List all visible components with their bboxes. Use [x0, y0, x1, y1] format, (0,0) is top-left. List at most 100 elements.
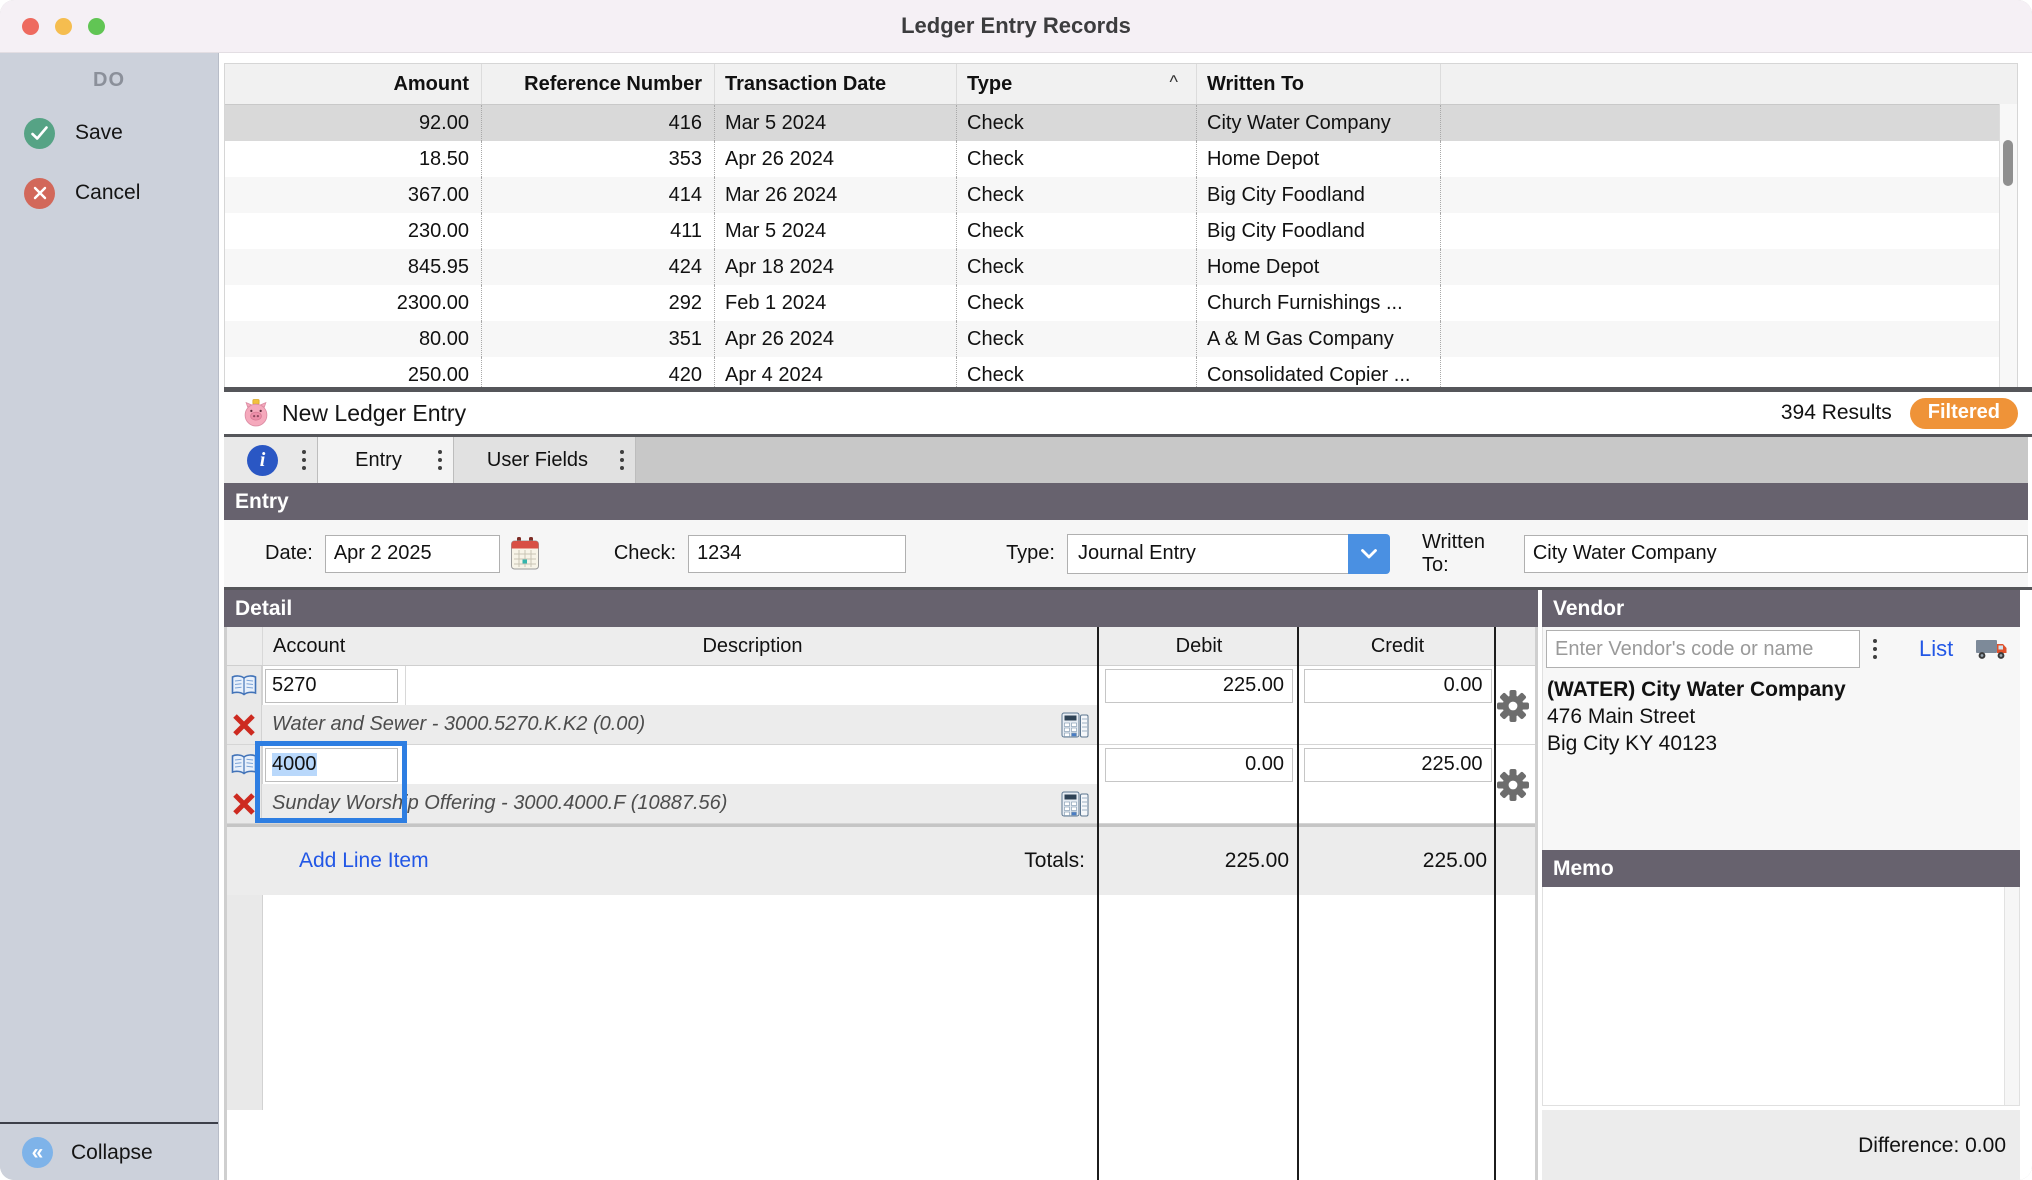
date-field[interactable] [324, 534, 500, 573]
tab-entry[interactable]: Entry [318, 437, 454, 483]
type-label: Type: [1006, 542, 1055, 564]
records-scrollbar-thumb[interactable] [2003, 140, 2013, 186]
ledger-records-table: Amount Reference Number Transaction Date… [224, 63, 2018, 387]
action-sidebar: DO Save Cancel « Collapse [0, 53, 219, 1180]
detail-column-account: Account [262, 627, 406, 665]
save-label: Save [75, 121, 123, 144]
tab-info[interactable]: i [224, 437, 318, 483]
collapse-button[interactable]: « Collapse [0, 1122, 218, 1180]
vendor-info: (WATER) City Water Company 476 Main Stre… [1543, 668, 2020, 757]
memo-scrollbar[interactable] [2004, 887, 2019, 1105]
gear-icon [1497, 690, 1529, 722]
save-check-icon [24, 117, 55, 149]
credit-input[interactable]: 225.00 [1303, 747, 1492, 782]
calculator-button[interactable] [1060, 789, 1090, 819]
calculator-icon [1061, 712, 1089, 737]
cancel-button[interactable]: Cancel [24, 174, 218, 212]
vendor-body: List [1542, 627, 2020, 850]
column-header-filler [1441, 64, 2017, 104]
collapse-chevrons-icon: « [22, 1137, 53, 1168]
check-number-field[interactable] [688, 534, 907, 573]
detail-column-description: Description [702, 634, 803, 657]
table-row[interactable]: 80.00 351 Apr 26 2024 Check A & M Gas Co… [225, 321, 2017, 357]
entry-section-header: Entry [224, 483, 2028, 520]
type-dropdown[interactable]: Journal Entry [1066, 533, 1390, 574]
detail-section-header: Detail [224, 590, 1538, 627]
account-info-text: Sunday Worship Offering - 3000.4000.F (1… [272, 792, 728, 814]
vendor-list-link[interactable]: List [1919, 636, 1953, 662]
memo-body [1542, 887, 2020, 1106]
account-input[interactable]: 5270 [265, 668, 398, 703]
add-line-item-link[interactable]: Add Line Item [299, 849, 429, 873]
table-row[interactable]: 367.00 414 Mar 26 2024 Check Big City Fo… [225, 177, 2017, 213]
tab-user-fields[interactable]: User Fields [454, 437, 636, 483]
column-header-type[interactable]: Type ^ [957, 64, 1197, 104]
delete-line-button[interactable] [227, 705, 262, 744]
detail-column-debit: Debit [1175, 634, 1223, 657]
save-button[interactable]: Save [24, 114, 218, 152]
column-header-amount[interactable]: Amount [225, 64, 482, 104]
new-entry-header: New Ledger Entry 394 Results Filtered [224, 392, 2032, 434]
account-lookup-button[interactable] [227, 666, 262, 705]
debit-input[interactable]: 0.00 [1105, 747, 1293, 782]
line-item-settings-button[interactable] [1493, 687, 1533, 725]
written-to-field[interactable] [1523, 534, 2028, 573]
line-item-settings-button[interactable] [1493, 766, 1533, 804]
account-lookup-button[interactable] [227, 745, 262, 784]
description-input[interactable] [406, 745, 1099, 784]
piggy-bank-icon [242, 399, 270, 427]
records-scrollbar[interactable] [1999, 104, 2017, 387]
vendor-address-line2: Big City KY 40123 [1547, 732, 1718, 755]
credit-input[interactable]: 0.00 [1303, 668, 1492, 703]
totals-label: Totals: [1024, 849, 1085, 872]
totals-debit: 225.00 [1224, 849, 1289, 872]
written-to-label: Written To: [1421, 530, 1485, 576]
vendor-memo-panel: Vendor List [1542, 590, 2020, 1180]
detail-header-row: Account Description Debit Credit [227, 627, 1535, 666]
detail-panel: Detail Account Description Debit Credit [224, 590, 1538, 1180]
menu-dots-icon[interactable] [1873, 639, 1877, 659]
chevron-down-icon[interactable] [1347, 533, 1390, 574]
filtered-badge[interactable]: Filtered [1909, 397, 2018, 429]
date-label: Date: [265, 542, 313, 564]
table-row[interactable]: 18.50 353 Apr 26 2024 Check Home Depot [225, 141, 2017, 177]
debit-input[interactable]: 225.00 [1105, 668, 1293, 703]
vendor-search-input[interactable] [1546, 630, 1860, 668]
difference-row: Difference: 0.00 [1542, 1110, 2020, 1180]
account-input-focused[interactable]: 4000 [265, 747, 398, 782]
page-title: New Ledger Entry [282, 399, 467, 426]
truck-icon[interactable] [1975, 636, 2009, 662]
detail-column-credit: Credit [1370, 634, 1425, 657]
sort-ascending-icon: ^ [1169, 72, 1178, 92]
column-header-transaction-date[interactable]: Transaction Date [715, 64, 957, 104]
calculator-icon [1061, 791, 1089, 816]
table-row[interactable]: 845.95 424 Apr 18 2024 Check Home Depot [225, 249, 2017, 285]
table-row[interactable]: 250.00 420 Apr 4 2024 Check Consolidated… [225, 357, 2017, 387]
totals-credit: 225.00 [1422, 849, 1487, 872]
cancel-label: Cancel [75, 181, 141, 204]
ledger-book-icon [231, 753, 257, 775]
menu-dots-icon[interactable] [438, 450, 442, 470]
memo-textarea[interactable] [1543, 887, 2005, 1105]
column-header-written-to[interactable]: Written To [1197, 64, 1441, 104]
menu-dots-icon[interactable] [302, 450, 306, 470]
sidebar-heading: DO [93, 69, 125, 91]
calendar-icon[interactable] [509, 536, 541, 572]
delete-line-button[interactable] [227, 784, 262, 823]
delete-x-icon [233, 713, 255, 736]
vendor-address-line1: 476 Main Street [1547, 705, 1696, 728]
table-row[interactable]: 92.00 416 Mar 5 2024 Check City Water Co… [225, 105, 2017, 141]
collapse-label: Collapse [71, 1140, 153, 1164]
menu-dots-icon[interactable] [620, 450, 624, 470]
table-row[interactable]: 2300.00 292 Feb 1 2024 Check Church Furn… [225, 285, 2017, 321]
column-header-reference-number[interactable]: Reference Number [482, 64, 715, 104]
vendor-name: (WATER) City Water Company [1547, 678, 1846, 701]
records-header-row: Amount Reference Number Transaction Date… [225, 64, 2017, 105]
results-count: 394 Results [1780, 401, 1892, 424]
table-row[interactable]: 230.00 411 Mar 5 2024 Check Big City Foo… [225, 213, 2017, 249]
app-window: Ledger Entry Records DO Save Cancel « Co… [0, 0, 2032, 1180]
detail-table: Account Description Debit Credit 5270 22… [224, 627, 1538, 1180]
info-icon: i [247, 444, 278, 476]
calculator-button[interactable] [1060, 710, 1090, 740]
description-input[interactable] [406, 666, 1099, 705]
